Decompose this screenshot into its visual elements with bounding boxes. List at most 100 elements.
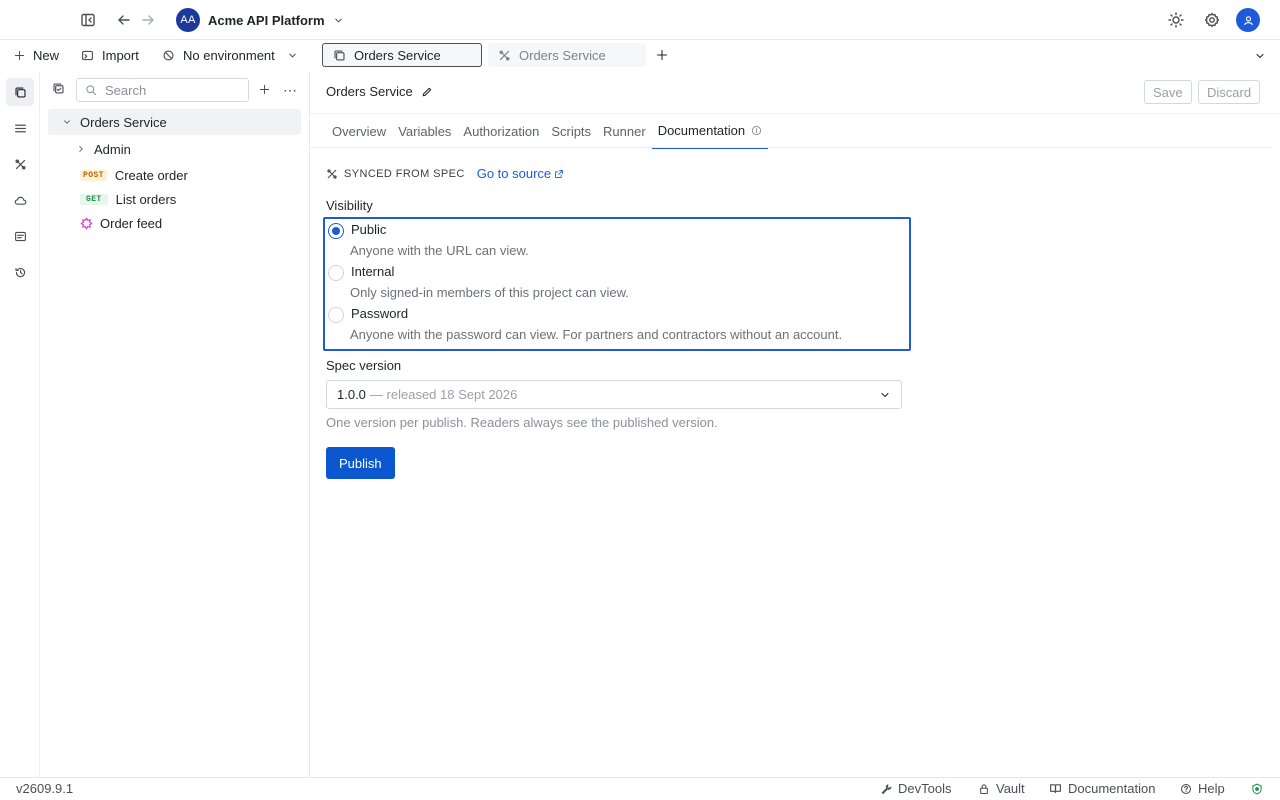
tree-item-label: Create order xyxy=(114,167,188,183)
help-label: Help xyxy=(1198,781,1225,796)
vault-button[interactable]: Vault xyxy=(978,781,1025,796)
help-icon xyxy=(1180,783,1192,794)
add-tab-icon[interactable] xyxy=(656,49,668,61)
new-button-label: New xyxy=(33,48,60,63)
discard-button[interactable]: Discard xyxy=(1198,80,1261,104)
documentation-button[interactable]: Documentation xyxy=(1049,781,1155,796)
back-arrow-icon[interactable] xyxy=(116,12,132,28)
page-title-text: Orders Service xyxy=(326,84,413,99)
radio-password[interactable] xyxy=(328,307,344,323)
chevron-down-icon xyxy=(287,50,298,61)
spec-version-value: 1.0.0 xyxy=(337,387,366,402)
spec-version-select[interactable]: 1.0.0 — released 18 Sept 2026 xyxy=(326,380,902,409)
tree-item-label: Orders Service xyxy=(80,114,167,130)
import-button-label: Import xyxy=(102,48,139,63)
option-internal-desc: Only signed-in members of this project c… xyxy=(350,285,629,300)
new-button[interactable]: New xyxy=(14,48,59,63)
search-input[interactable]: Search xyxy=(76,78,249,102)
cloud-icon[interactable] xyxy=(6,186,34,214)
toolbar: New Import No environment Orders Service… xyxy=(0,40,1280,72)
environment-select[interactable]: No environment xyxy=(162,48,298,63)
option-public[interactable]: Public xyxy=(328,221,387,239)
go-to-source-link[interactable]: Go to source xyxy=(477,166,564,181)
gear-icon[interactable] xyxy=(1204,12,1220,28)
tab-label: Orders Service xyxy=(519,47,606,63)
pencil-icon[interactable] xyxy=(421,86,433,98)
synced-label: SYNCED FROM SPEC xyxy=(344,167,465,180)
tab-variables[interactable]: Variables xyxy=(392,114,457,149)
publish-button[interactable]: Publish xyxy=(326,447,395,479)
method-badge-get: GET xyxy=(80,193,108,205)
tree-item-admin[interactable]: Admin xyxy=(76,137,131,161)
version-label: v2609.9.1 xyxy=(16,781,74,796)
mock-servers-icon[interactable] xyxy=(6,222,34,250)
search-icon xyxy=(85,84,97,96)
radio-public[interactable] xyxy=(328,223,344,239)
user-avatar[interactable] xyxy=(1236,8,1260,32)
more-options-icon[interactable]: ⋯ xyxy=(283,82,298,99)
environments-icon[interactable] xyxy=(6,114,34,142)
tree-item-orders-service[interactable]: Orders Service xyxy=(48,109,301,135)
tree-item-create-order[interactable]: POST Create order xyxy=(80,163,188,187)
no-entry-icon xyxy=(162,49,175,62)
devtools-button[interactable]: DevTools xyxy=(880,781,951,796)
collections-stack-icon[interactable] xyxy=(52,82,65,95)
page-title: Orders Service xyxy=(326,84,433,99)
status-bar: v2609.9.1 DevTools Vault Documentation H… xyxy=(0,777,1280,800)
sun-icon[interactable] xyxy=(1168,12,1184,28)
documentation-label: Documentation xyxy=(1068,781,1156,796)
add-icon[interactable] xyxy=(259,84,270,95)
tab-runner[interactable]: Runner xyxy=(597,114,652,149)
collections-icon[interactable] xyxy=(6,78,34,106)
tab-scripts[interactable]: Scripts xyxy=(545,114,597,149)
import-icon xyxy=(81,49,94,62)
chevron-right-icon xyxy=(79,146,83,152)
tab-overview[interactable]: Overview xyxy=(326,114,392,149)
spec-icon xyxy=(326,168,338,180)
spec-icon xyxy=(498,49,511,62)
spec-version-release: — released 18 Sept 2026 xyxy=(369,387,518,402)
forward-arrow-icon[interactable] xyxy=(140,12,156,28)
tab-orders-service[interactable]: Orders Service xyxy=(322,43,482,67)
import-button[interactable]: Import xyxy=(81,48,139,63)
external-link-icon xyxy=(555,169,564,178)
save-button[interactable]: Save xyxy=(1144,80,1192,104)
visibility-radio-group: Public Anyone with the URL can view. Int… xyxy=(323,217,911,351)
tree-item-list-orders[interactable]: GET List orders xyxy=(80,187,176,211)
option-internal-title: Internal xyxy=(351,263,395,279)
option-public-title: Public xyxy=(351,221,387,237)
chevron-down-icon xyxy=(64,120,70,124)
workspace-switcher[interactable]: AA Acme API Platform xyxy=(176,8,344,32)
tab-orders-service-spec[interactable]: Orders Service xyxy=(488,43,646,67)
visibility-label: Visibility xyxy=(326,198,373,213)
option-password-desc: Anyone with the password can view. For p… xyxy=(350,327,843,342)
tree-item-label: List orders xyxy=(115,191,177,207)
method-badge-post: POST xyxy=(80,169,107,181)
search-placeholder: Search xyxy=(105,82,147,98)
connection-status-icon[interactable] xyxy=(1251,783,1263,795)
option-password[interactable]: Password xyxy=(328,305,409,323)
tabs-menu-chevron-icon[interactable] xyxy=(1254,50,1266,62)
tree-item-label: Admin xyxy=(94,141,131,157)
environment-label: No environment xyxy=(183,48,275,63)
history-icon[interactable] xyxy=(6,258,34,286)
specs-icon[interactable] xyxy=(6,150,34,178)
tree-item-order-feed[interactable]: Order feed xyxy=(80,211,162,235)
activity-rail xyxy=(0,72,40,777)
tab-authorization[interactable]: Authorization xyxy=(457,114,545,149)
main-panel: Orders Service Save Discard Overview Var… xyxy=(310,72,1280,777)
option-public-desc: Anyone with the URL can view. xyxy=(350,243,529,258)
radio-internal[interactable] xyxy=(328,265,344,281)
sync-info: SYNCED FROM SPEC Go to source xyxy=(326,166,564,181)
info-icon xyxy=(751,125,762,136)
chevron-down-icon xyxy=(879,389,891,401)
option-password-title: Password xyxy=(351,305,409,321)
help-button[interactable]: Help xyxy=(1180,781,1225,796)
option-internal[interactable]: Internal xyxy=(328,263,395,281)
tab-documentation[interactable]: Documentation xyxy=(651,114,769,149)
lock-icon xyxy=(980,783,988,794)
vault-label: Vault xyxy=(996,781,1025,796)
toggle-sidebar-icon[interactable] xyxy=(80,12,96,28)
devtools-label: DevTools xyxy=(898,781,952,796)
chevron-down-icon xyxy=(333,15,344,26)
